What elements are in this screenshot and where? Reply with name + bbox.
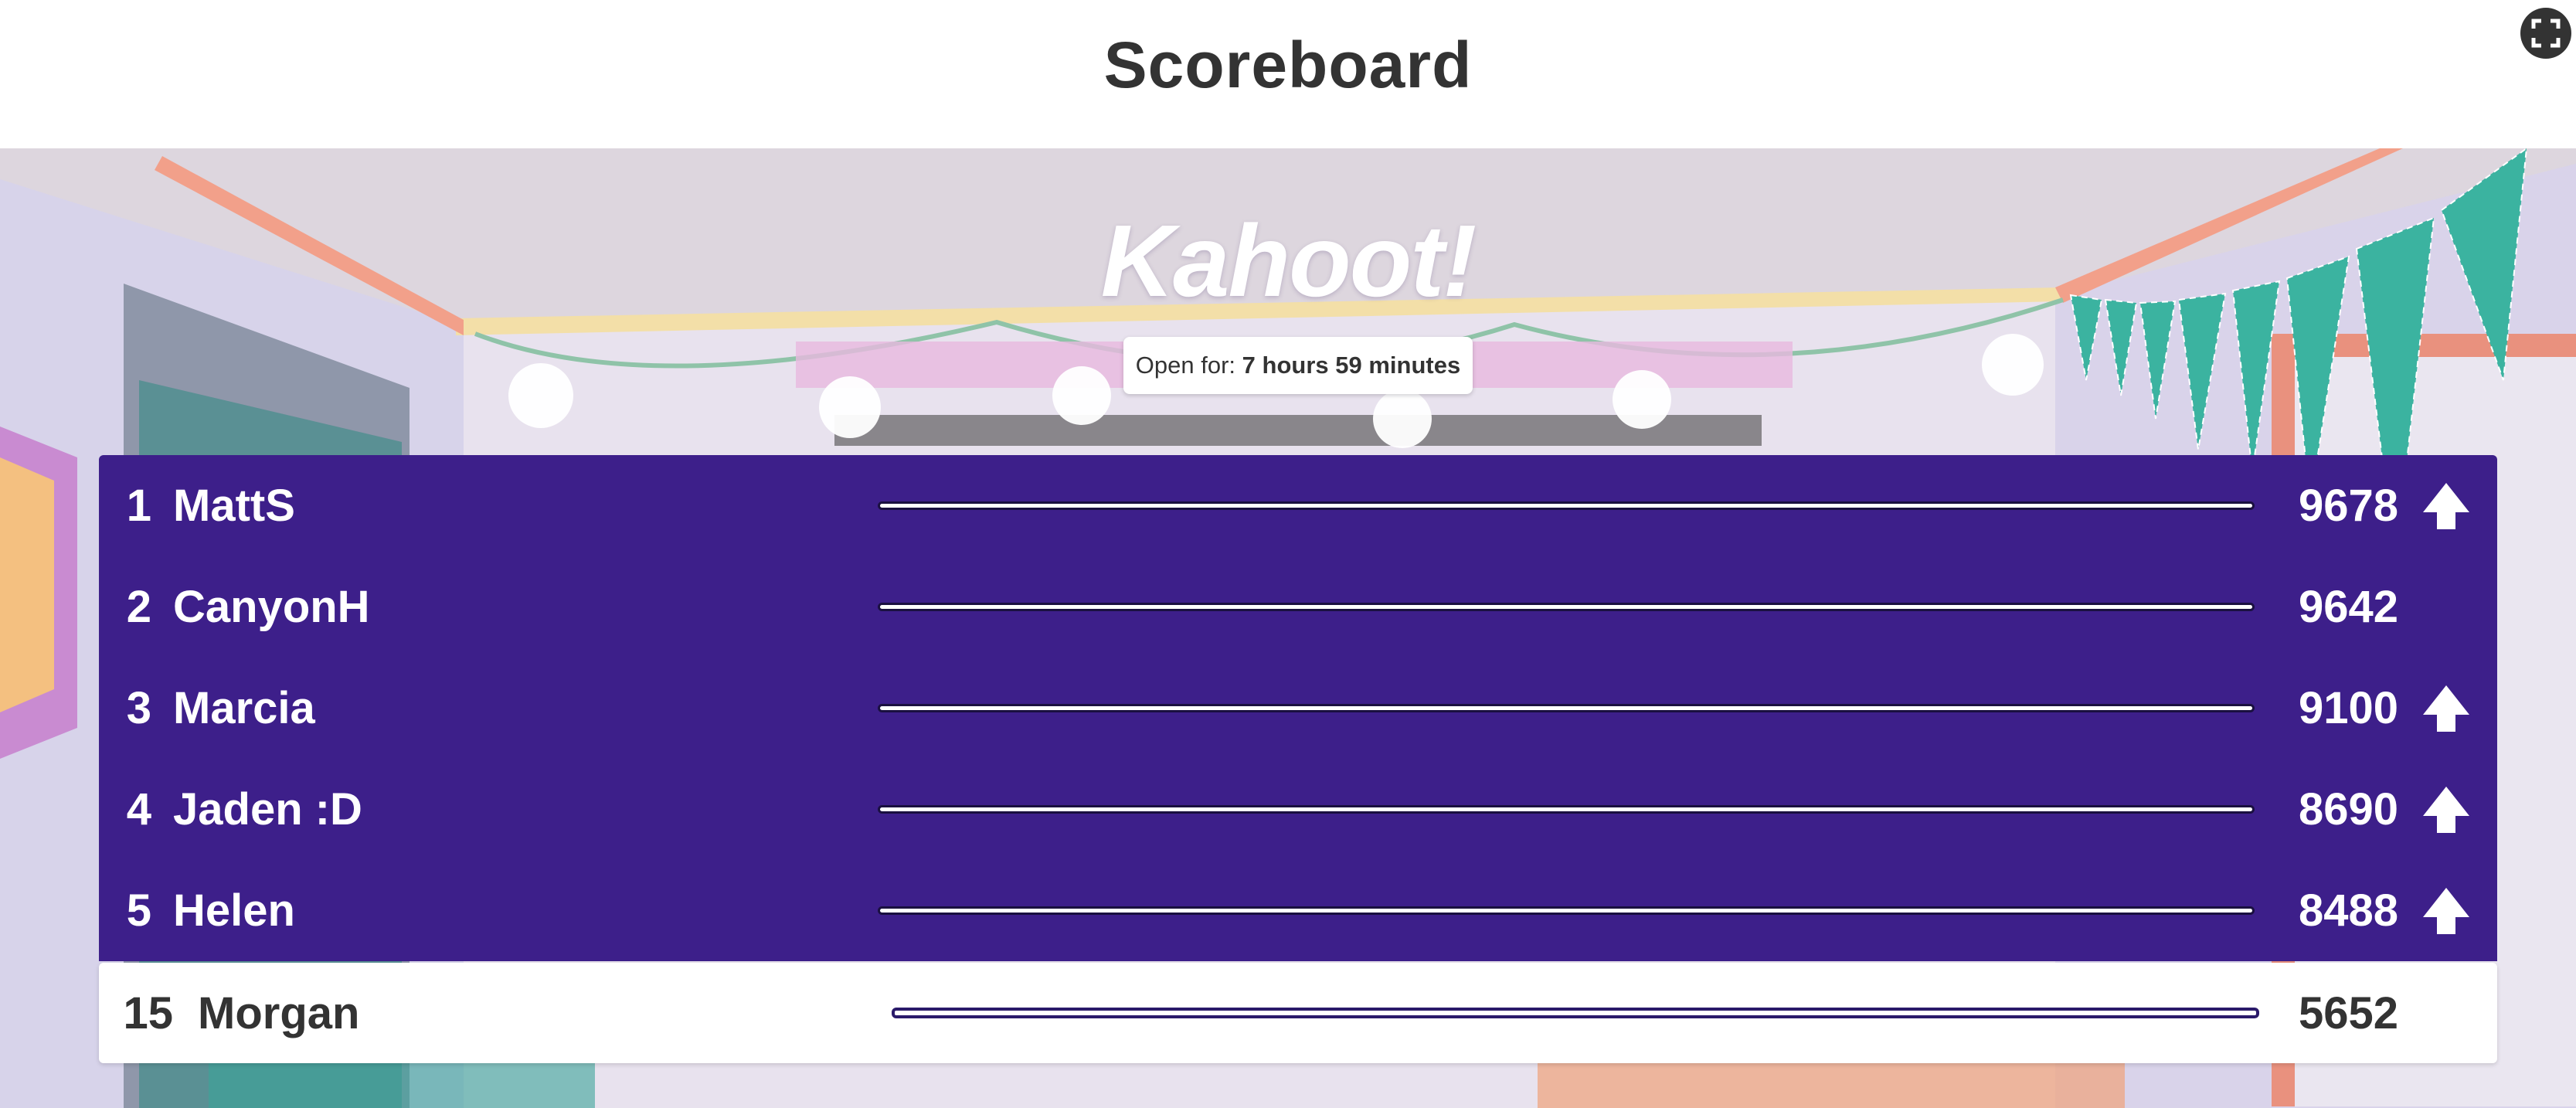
leaderboard-row: 4 Jaden :D 8690	[99, 759, 2497, 860]
rank: 4	[126, 784, 151, 834]
rank: 3	[126, 683, 151, 733]
open-duration: 7 hours 59 minutes	[1242, 352, 1461, 379]
score: 8690	[2298, 784, 2398, 834]
leaderboard: 1 MattS 9678 2 CanyonH 9642 3 Marcia 910…	[99, 455, 2497, 1063]
leaderboard-row: 3 Marcia 9100	[99, 658, 2497, 759]
rank-up-arrow-icon	[2423, 685, 2469, 732]
kahoot-logo: Kahoot!	[1100, 204, 1477, 318]
open-label: Open for:	[1135, 352, 1236, 379]
fullscreen-button[interactable]	[2520, 8, 2571, 59]
leaderboard-row: 5 Helen 8488	[99, 860, 2497, 961]
player-name: Marcia	[173, 683, 315, 733]
leaderboard-row: 2 CanyonH 9642	[99, 556, 2497, 658]
open-duration-badge: Open for: 7 hours 59 minutes	[1123, 337, 1473, 394]
rank: 2	[126, 582, 151, 632]
score-bar	[878, 501, 2255, 510]
leaderboard-row: 1 MattS 9678	[99, 455, 2497, 556]
rank: 15	[123, 988, 173, 1038]
current-player-row: 15 Morgan 5652	[99, 963, 2497, 1063]
score-bar	[878, 805, 2255, 814]
rank-up-arrow-icon	[2423, 787, 2469, 833]
score: 9100	[2298, 683, 2398, 733]
fullscreen-icon	[2531, 19, 2561, 48]
player-name: Morgan	[198, 988, 360, 1038]
score: 9678	[2298, 481, 2398, 531]
score-bar	[878, 704, 2255, 712]
rank-up-arrow-icon	[2423, 483, 2469, 529]
rank-up-arrow-icon	[2423, 888, 2469, 934]
player-name: Helen	[173, 885, 295, 936]
score-bar	[878, 603, 2255, 611]
top-bar: Scoreboard	[0, 0, 2576, 148]
score-bar	[878, 906, 2255, 915]
score: 5652	[2298, 988, 2398, 1038]
score: 9642	[2298, 582, 2398, 632]
rank: 5	[126, 885, 151, 936]
page-title: Scoreboard	[1103, 29, 1473, 101]
player-name: CanyonH	[173, 582, 370, 632]
player-name: MattS	[173, 481, 295, 531]
rank: 1	[126, 481, 151, 531]
player-name: Jaden :D	[173, 784, 362, 834]
score-bar	[892, 1008, 2259, 1018]
score: 8488	[2298, 885, 2398, 936]
